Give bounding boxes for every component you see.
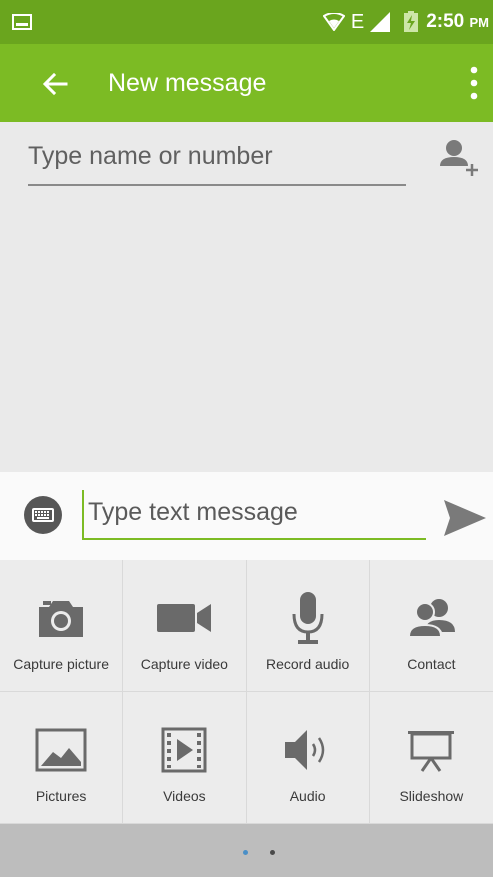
- battery-charging-icon: [404, 11, 419, 32]
- status-icons: E 2:50 PM: [322, 0, 489, 44]
- speaker-icon: [284, 730, 324, 770]
- signal-icon: [370, 12, 391, 32]
- clock-time: 2:50: [426, 11, 465, 32]
- attach-videos[interactable]: Videos: [123, 692, 247, 824]
- video-file-icon: [161, 727, 207, 773]
- attach-label: Contact: [407, 656, 456, 672]
- network-type-label: E: [350, 10, 365, 33]
- attach-record-audio[interactable]: Record audio: [246, 560, 370, 692]
- clock-ampm: PM: [469, 15, 490, 30]
- add-contact-icon[interactable]: [436, 136, 480, 180]
- camera-icon: [39, 601, 84, 637]
- attach-audio[interactable]: Audio: [246, 692, 370, 824]
- compose-bar: [0, 472, 493, 560]
- page-dot-inactive[interactable]: [270, 850, 275, 855]
- microphone-icon: [292, 592, 324, 644]
- recipient-area: [0, 122, 493, 472]
- page-title: New message: [108, 69, 267, 97]
- back-arrow-icon[interactable]: [40, 68, 72, 100]
- send-icon[interactable]: [442, 498, 488, 538]
- attach-capture-picture[interactable]: Capture picture: [0, 560, 124, 692]
- status-bar: E 2:50 PM: [0, 0, 493, 44]
- app-bar: New message: [0, 44, 493, 122]
- page-indicator: [0, 824, 493, 877]
- attach-label: Capture picture: [13, 656, 109, 672]
- attach-slideshow[interactable]: Slideshow: [369, 692, 493, 824]
- page-dot-active[interactable]: [243, 850, 248, 855]
- attachment-grid: Capture picture Capture video Record aud…: [0, 560, 493, 824]
- attach-contact[interactable]: Contact: [369, 560, 493, 692]
- wifi-icon: [322, 13, 345, 31]
- attach-label: Capture video: [140, 656, 228, 672]
- attach-label: Slideshow: [399, 788, 464, 804]
- overflow-menu-icon[interactable]: [469, 66, 479, 100]
- attach-label: Videos: [163, 788, 206, 804]
- contacts-icon: [407, 599, 456, 638]
- message-input[interactable]: [82, 490, 426, 540]
- attach-label: Audio: [289, 788, 326, 804]
- video-camera-icon: [157, 604, 212, 632]
- slideshow-icon: [408, 731, 455, 772]
- attach-pictures[interactable]: Pictures: [0, 692, 124, 824]
- attach-label: Record audio: [265, 656, 350, 672]
- clock: 2:50 PM: [426, 11, 489, 33]
- gallery-notification-icon: [12, 14, 32, 30]
- attach-capture-video[interactable]: Capture video: [123, 560, 247, 692]
- picture-icon: [35, 728, 87, 772]
- keyboard-icon[interactable]: [24, 496, 62, 534]
- attach-label: Pictures: [35, 788, 87, 804]
- recipient-input[interactable]: [28, 134, 406, 186]
